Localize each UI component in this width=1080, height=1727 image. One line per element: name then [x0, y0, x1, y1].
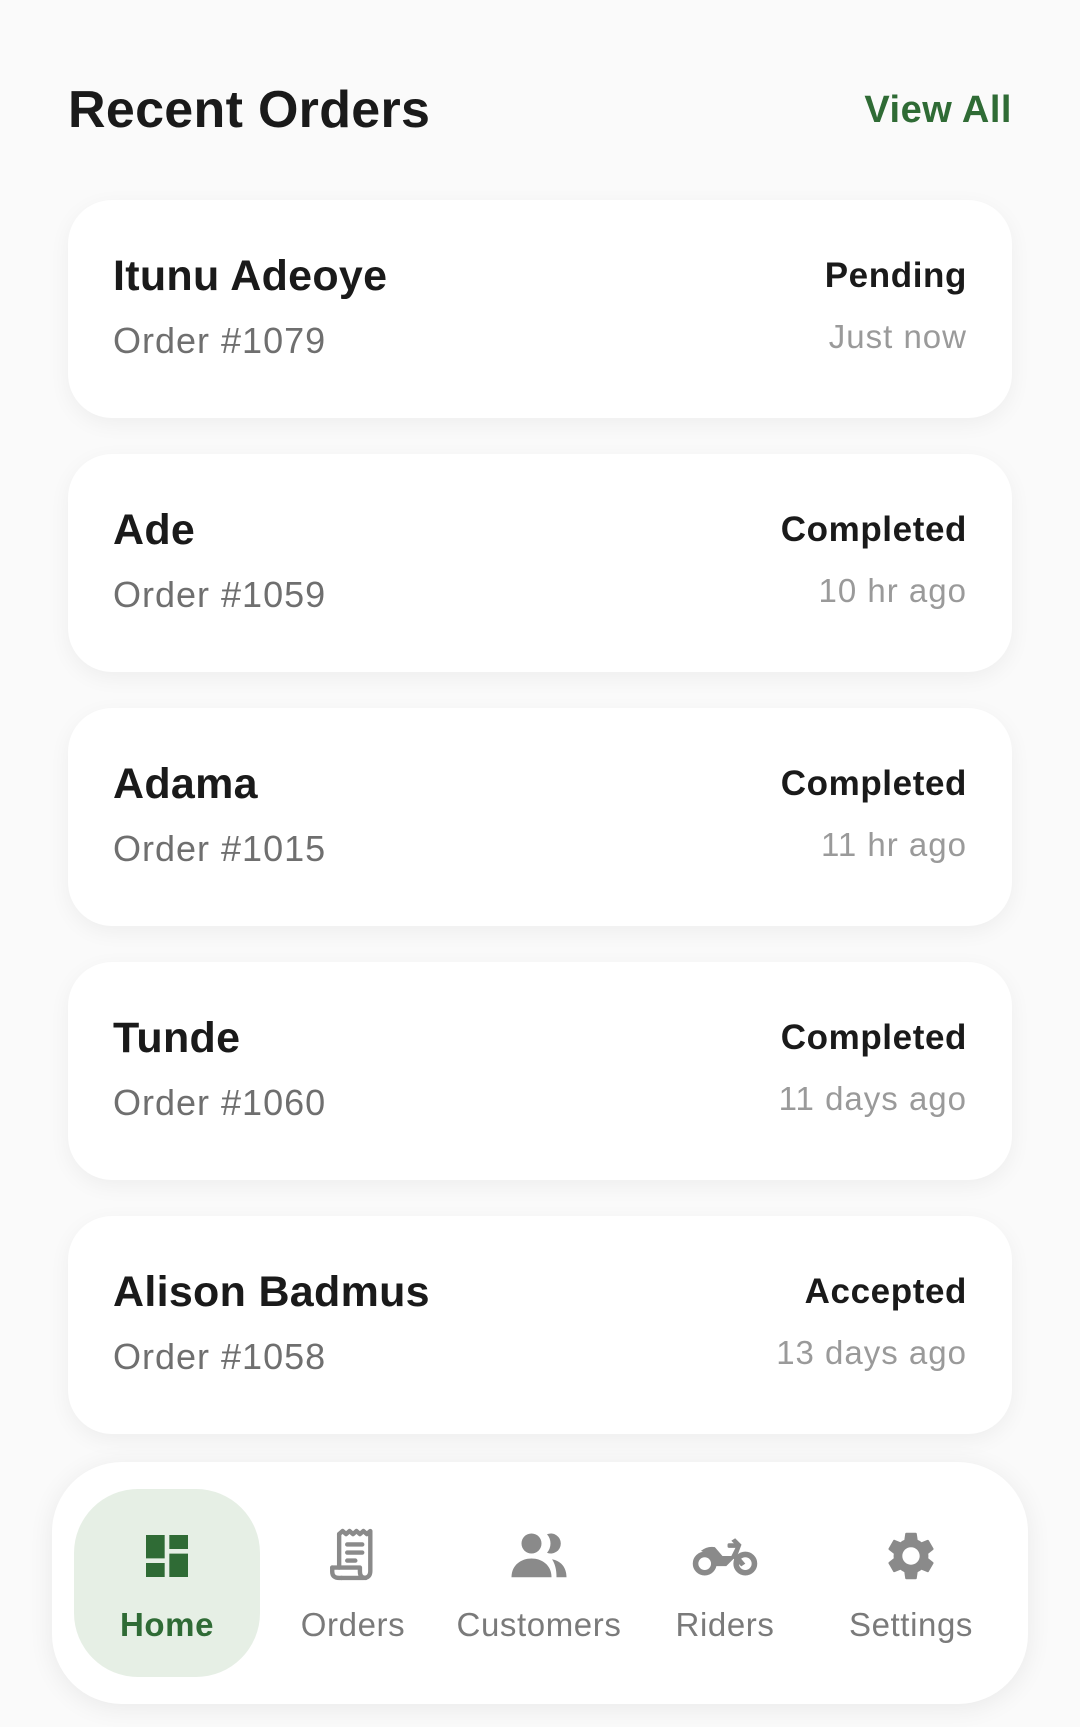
order-number: Order #1079: [113, 320, 327, 361]
order-time: 11 hr ago: [821, 826, 967, 863]
order-card-left: Alison Badmus Order #1058: [113, 1266, 430, 1434]
order-card-left: Itunu Adeoye Order #1079: [113, 250, 387, 418]
nav-item-settings[interactable]: Settings: [818, 1489, 1004, 1677]
dashboard-icon: [133, 1522, 201, 1590]
nav-label-settings: Settings: [848, 1606, 974, 1643]
order-card[interactable]: Adama Order #1015 Completed 11 hr ago: [68, 708, 1012, 926]
order-number: Order #1015: [113, 828, 327, 869]
bottom-nav: Home Orders Customers Riders Settings: [52, 1462, 1028, 1704]
order-number: Order #1058: [113, 1336, 327, 1377]
recent-orders-screen: Recent Orders View All Itunu Adeoye Orde…: [0, 0, 1080, 1727]
order-card-right: Pending Just now: [825, 250, 967, 418]
order-card[interactable]: Alison Badmus Order #1058 Accepted 13 da…: [68, 1216, 1012, 1434]
order-status: Pending: [824, 256, 967, 295]
order-status: Completed: [780, 1018, 967, 1057]
order-number: Order #1060: [113, 1082, 327, 1123]
order-card-left: Ade Order #1059: [113, 504, 326, 672]
customer-name: Adama: [113, 760, 258, 808]
motorcycle-icon: [691, 1522, 759, 1590]
nav-item-orders[interactable]: Orders: [260, 1489, 446, 1677]
page-title: Recent Orders: [68, 81, 431, 139]
order-card-right: Completed 11 hr ago: [781, 758, 967, 926]
nav-item-riders[interactable]: Riders: [632, 1489, 818, 1677]
header: Recent Orders View All: [68, 70, 1012, 150]
order-time: 13 days ago: [776, 1334, 967, 1371]
order-time: 11 days ago: [778, 1080, 967, 1117]
customer-name: Alison Badmus: [113, 1268, 430, 1316]
order-card-left: Tunde Order #1060: [113, 1012, 326, 1180]
nav-label-home: Home: [119, 1606, 215, 1643]
order-card-right: Accepted 13 days ago: [776, 1266, 967, 1434]
order-number: Order #1059: [113, 574, 327, 615]
nav-item-home[interactable]: Home: [74, 1489, 260, 1677]
order-card[interactable]: Ade Order #1059 Completed 10 hr ago: [68, 454, 1012, 672]
order-time: 10 hr ago: [818, 572, 967, 609]
customer-name: Itunu Adeoye: [113, 252, 388, 300]
nav-label-orders: Orders: [300, 1606, 406, 1643]
nav-label-customers: Customers: [456, 1606, 622, 1643]
gear-icon: [877, 1522, 945, 1590]
orders-list: Itunu Adeoye Order #1079 Pending Just no…: [68, 200, 1012, 1470]
view-all-link[interactable]: View All: [864, 89, 1012, 132]
order-card[interactable]: Tunde Order #1060 Completed 11 days ago: [68, 962, 1012, 1180]
customer-name: Tunde: [113, 1014, 241, 1062]
order-time: Just now: [828, 318, 967, 355]
people-icon: [505, 1522, 573, 1590]
nav-label-riders: Riders: [675, 1606, 775, 1643]
order-card[interactable]: Itunu Adeoye Order #1079 Pending Just no…: [68, 200, 1012, 418]
order-status: Completed: [780, 764, 967, 803]
order-status: Completed: [780, 510, 967, 549]
customer-name: Ade: [113, 506, 196, 554]
nav-item-customers[interactable]: Customers: [446, 1489, 632, 1677]
order-card-right: Completed 11 days ago: [779, 1012, 967, 1180]
order-card-left: Adama Order #1015: [113, 758, 326, 926]
receipt-icon: [319, 1522, 387, 1590]
order-status: Accepted: [804, 1272, 967, 1311]
order-card-right: Completed 10 hr ago: [781, 504, 967, 672]
